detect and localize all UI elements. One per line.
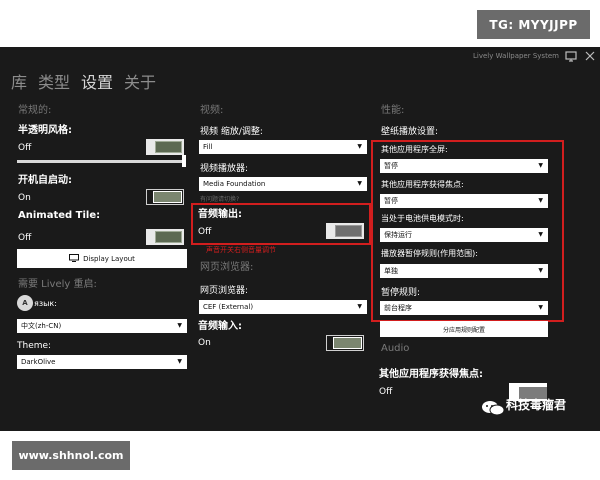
display-layout-button[interactable]: Display Layout bbox=[17, 249, 187, 268]
audio-focus-label: 其他应用程序获得焦点: bbox=[379, 369, 483, 380]
chevron-down-icon: ▼ bbox=[357, 143, 362, 150]
pause-rule-label: 播放器暂停规则(作用范围): bbox=[381, 249, 478, 258]
video-player-value: Media Foundation bbox=[203, 180, 266, 188]
transparency-slider[interactable] bbox=[17, 160, 185, 163]
audio-input-state: On bbox=[198, 338, 211, 348]
transparency-state: Off bbox=[18, 143, 32, 153]
chevron-down-icon: ▼ bbox=[538, 304, 543, 311]
audio-output-highlight bbox=[191, 203, 371, 245]
monitor-icon[interactable] bbox=[565, 51, 577, 62]
pause-rule-select[interactable]: 单独 ▼ bbox=[380, 264, 548, 278]
video-scaling-value: Fill bbox=[203, 143, 213, 151]
toggle-knob bbox=[153, 191, 182, 203]
theme-select[interactable]: DarkOlive ▼ bbox=[17, 355, 187, 369]
video-scaling-label: 视频 缩放/调整: bbox=[200, 127, 263, 137]
restart-required-label: 需要 Lively 重启: bbox=[18, 279, 97, 290]
close-icon[interactable] bbox=[584, 51, 596, 62]
animated-tile-label: Animated Tile: bbox=[18, 210, 101, 221]
nav-types[interactable]: 类型 bbox=[38, 69, 70, 93]
chevron-down-icon: ▼ bbox=[357, 180, 362, 187]
theme-label: Theme: bbox=[17, 341, 52, 351]
wallpaper-playback-label: 壁纸播放设置: bbox=[381, 127, 439, 137]
startup-label: 开机自启动: bbox=[18, 175, 72, 186]
top-badge: TG: MYYJJPP bbox=[477, 10, 590, 39]
audio-focus-state: Off bbox=[379, 387, 393, 397]
animated-tile-state: Off bbox=[18, 233, 32, 243]
chat-icon bbox=[481, 400, 505, 416]
video-player-select[interactable]: Media Foundation ▼ bbox=[199, 177, 367, 191]
slider-thumb[interactable] bbox=[182, 155, 186, 167]
chevron-down-icon: ▼ bbox=[538, 267, 543, 274]
app-rules-button[interactable]: 分应用规则配置 bbox=[380, 321, 548, 337]
transparency-toggle[interactable] bbox=[146, 139, 184, 155]
language-value: 中文(zh-CN) bbox=[21, 322, 62, 330]
video-player-label: 视频播放器: bbox=[200, 164, 249, 174]
nav-library[interactable]: 库 bbox=[11, 69, 27, 93]
language-icon: A bbox=[17, 295, 33, 311]
general-header: 常规的: bbox=[18, 105, 52, 116]
focus-value: 暂停 bbox=[384, 197, 398, 205]
browser-value: CEF (External) bbox=[203, 303, 254, 311]
chevron-down-icon: ▼ bbox=[177, 358, 182, 365]
chevron-down-icon: ▼ bbox=[177, 322, 182, 329]
battery-label: 当处于电池供电模式时: bbox=[381, 214, 464, 223]
nav-settings[interactable]: 设置 bbox=[81, 69, 113, 93]
app-rules-label: 分应用规则配置 bbox=[442, 326, 485, 334]
battery-value: 保持运行 bbox=[384, 231, 412, 239]
main-nav: 库 类型 设置 关于 bbox=[11, 69, 156, 93]
fullscreen-select[interactable]: 暂停 ▼ bbox=[380, 159, 548, 173]
browser-label: 网页浏览器: bbox=[200, 286, 249, 296]
video-player-hint: 有问题请切换? bbox=[200, 196, 240, 203]
pause-select[interactable]: 前台程序 ▼ bbox=[380, 301, 548, 315]
browser-select[interactable]: CEF (External) ▼ bbox=[199, 300, 367, 314]
chevron-down-icon: ▼ bbox=[357, 303, 362, 310]
fullscreen-label: 其他应用程序全屏: bbox=[381, 145, 448, 154]
language-label: язык: bbox=[34, 299, 57, 308]
display-layout-label: Display Layout bbox=[83, 254, 135, 263]
theme-value: DarkOlive bbox=[21, 358, 56, 366]
chevron-down-icon: ▼ bbox=[538, 162, 543, 169]
battery-select[interactable]: 保持运行 ▼ bbox=[380, 228, 548, 242]
toggle-knob bbox=[155, 231, 182, 243]
performance-header: 性能: bbox=[381, 105, 405, 116]
nav-about[interactable]: 关于 bbox=[124, 69, 156, 93]
language-select[interactable]: 中文(zh-CN) ▼ bbox=[17, 319, 187, 333]
focus-label: 其他应用程序获得焦点: bbox=[381, 180, 464, 189]
title-bar: Lively Wallpaper System bbox=[0, 47, 600, 67]
startup-toggle[interactable] bbox=[146, 189, 184, 205]
audio-input-toggle[interactable] bbox=[326, 335, 364, 351]
app-window: Lively Wallpaper System 库 类型 设置 关于 常规的: … bbox=[0, 47, 600, 431]
display-icon bbox=[69, 253, 80, 264]
video-header: 视频: bbox=[200, 105, 224, 116]
pause-rule-value: 单独 bbox=[384, 267, 398, 275]
audio-header: Audio bbox=[381, 343, 410, 354]
animated-tile-toggle[interactable] bbox=[146, 229, 184, 245]
audio-note: 声音开关右侧音量调节 bbox=[206, 246, 276, 254]
web-browser-header: 网页浏览器: bbox=[200, 262, 254, 273]
bottom-badge: www.shhnol.com bbox=[12, 441, 130, 470]
transparency-label: 半透明风格: bbox=[18, 125, 72, 136]
fullscreen-value: 暂停 bbox=[384, 162, 398, 170]
toggle-knob bbox=[333, 337, 362, 349]
pause-value: 前台程序 bbox=[384, 304, 412, 312]
focus-select[interactable]: 暂停 ▼ bbox=[380, 194, 548, 208]
pause-label: 暂停规则: bbox=[381, 288, 421, 298]
audio-input-label: 音频输入: bbox=[198, 321, 242, 332]
watermark-text: 科技毒瘤君 bbox=[506, 398, 567, 412]
startup-state: On bbox=[18, 193, 31, 203]
window-title: Lively Wallpaper System bbox=[473, 52, 559, 60]
chevron-down-icon: ▼ bbox=[538, 231, 543, 238]
chevron-down-icon: ▼ bbox=[538, 197, 543, 204]
video-scaling-select[interactable]: Fill ▼ bbox=[199, 140, 367, 154]
toggle-knob bbox=[155, 141, 182, 153]
